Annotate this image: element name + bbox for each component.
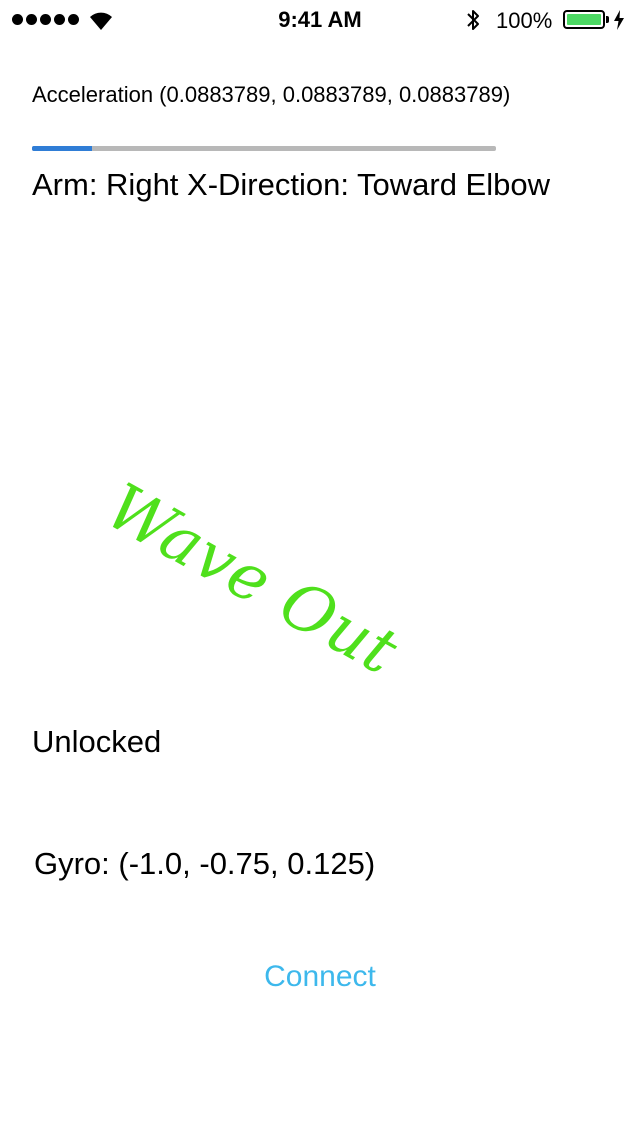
arm-direction-label: Arm: Right X-Direction: Toward Elbow — [32, 167, 550, 202]
battery-percent: 100% — [496, 8, 553, 33]
acceleration-label: Acceleration (0.0883789, 0.0883789, 0.08… — [32, 82, 511, 107]
status-bar: 9:41 AM 100% — [0, 0, 640, 40]
charging-bolt-icon — [614, 10, 624, 30]
battery-tip — [606, 16, 609, 23]
battery-fill — [567, 14, 601, 25]
progress-fill — [32, 146, 93, 151]
gesture-label: Wave Out — [94, 470, 411, 690]
gyro-label: Gyro: (-1.0, -0.75, 0.125) — [34, 846, 376, 881]
app-screen: 9:41 AM 100% Acceleration (0.0883789, 0.… — [0, 0, 640, 1136]
connect-button[interactable]: Connect — [0, 960, 640, 994]
lock-status-label: Unlocked — [32, 724, 162, 759]
progress-bar — [32, 146, 496, 151]
bluetooth-icon — [467, 10, 479, 30]
battery-icon — [563, 10, 605, 29]
